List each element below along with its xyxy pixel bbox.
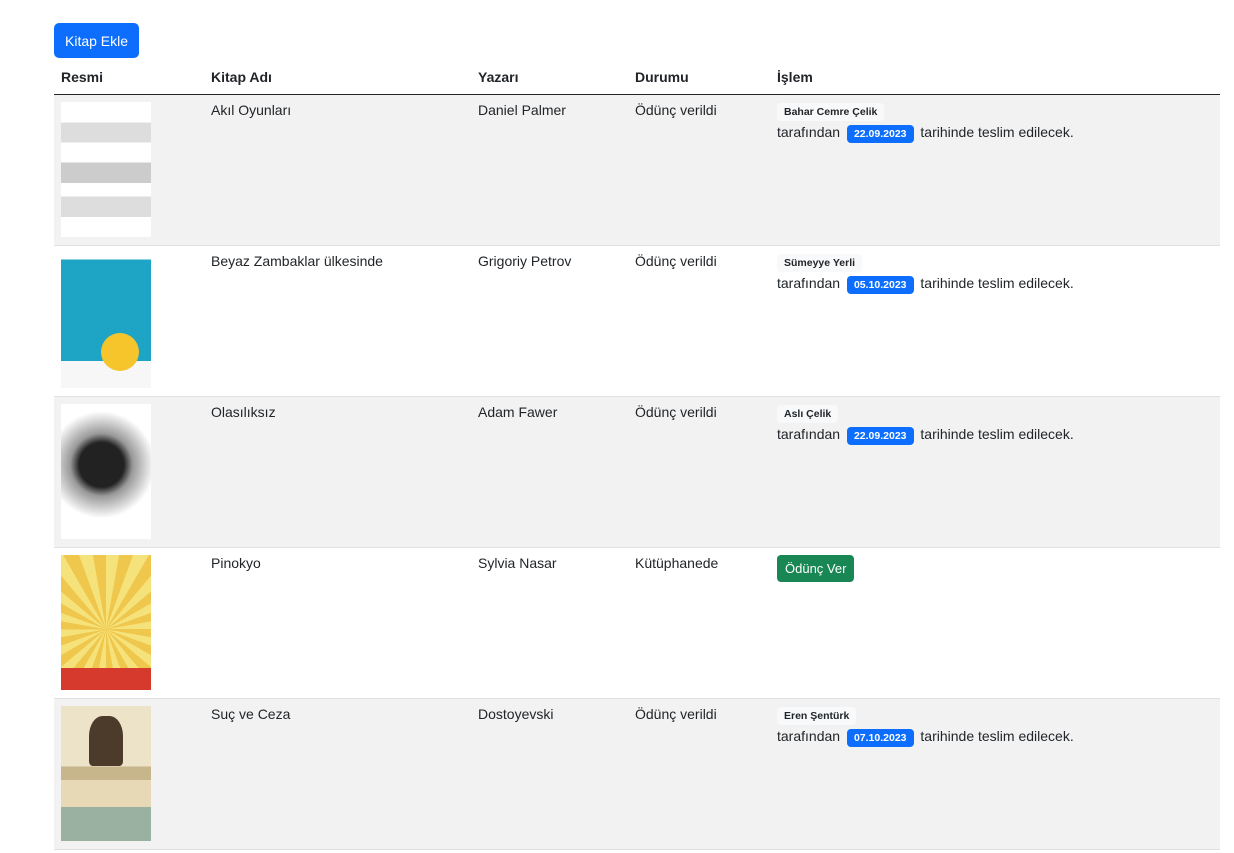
header-title: Kitap Adı	[204, 60, 471, 95]
header-status: Durumu	[628, 60, 770, 95]
table-row: Beyaz Zambaklar ülkesinde Grigoriy Petro…	[54, 245, 1220, 397]
due-date-badge: 22.09.2023	[846, 125, 914, 143]
author-cell: Grigoriy Petrov	[471, 245, 628, 397]
book-cover-image	[61, 404, 151, 539]
due-text: tarihinde teslim edilecek.	[920, 426, 1074, 442]
books-table: Resmi Kitap Adı Yazarı Durumu İşlem Akıl…	[54, 60, 1220, 850]
author-cell: Adam Fawer	[471, 396, 628, 548]
status-cell: Ödünç verildi	[628, 698, 770, 850]
by-text: tarafından	[777, 426, 841, 442]
book-cover-image	[61, 102, 151, 237]
status-cell: Ödünç verildi	[628, 245, 770, 397]
action-cell: Sümeyye Yerli tarafından 05.10.2023 tari…	[770, 245, 1220, 397]
status-cell: Ödünç verildi	[628, 94, 770, 246]
status-cell: Kütüphanede	[628, 547, 770, 699]
header-author: Yazarı	[471, 60, 628, 95]
author-cell: Sylvia Nasar	[471, 547, 628, 699]
title-cell: Pinokyo	[204, 547, 471, 699]
cover-cell	[54, 245, 204, 397]
action-cell: Aslı Çelik tarafından 22.09.2023 tarihin…	[770, 396, 1220, 548]
cover-cell	[54, 94, 204, 246]
table-row: Pinokyo Sylvia Nasar Kütüphanede Ödünç V…	[54, 547, 1220, 699]
by-text: tarafından	[777, 275, 841, 291]
borrower-badge: Aslı Çelik	[777, 405, 839, 423]
header-image: Resmi	[54, 60, 204, 95]
cover-cell	[54, 547, 204, 699]
table-row: Olasılıksız Adam Fawer Ödünç verildi Asl…	[54, 396, 1220, 548]
title-cell: Beyaz Zambaklar ülkesinde	[204, 245, 471, 397]
table-row: Suç ve Ceza Dostoyevski Ödünç verildi Er…	[54, 698, 1220, 850]
table-row: Akıl Oyunları Daniel Palmer Ödünç verild…	[54, 94, 1220, 246]
action-cell: Eren Şentürk tarafından 07.10.2023 tarih…	[770, 698, 1220, 850]
book-cover-image	[61, 253, 151, 388]
borrower-badge: Eren Şentürk	[777, 707, 857, 725]
due-date-badge: 22.09.2023	[846, 427, 914, 445]
add-book-button[interactable]: Kitap Ekle	[54, 23, 140, 58]
title-cell: Olasılıksız	[204, 396, 471, 548]
header-action: İşlem	[770, 60, 1220, 95]
action-cell: Bahar Cemre Çelik tarafından 22.09.2023 …	[770, 94, 1220, 246]
book-cover-image	[61, 555, 151, 690]
table-header-row: Resmi Kitap Adı Yazarı Durumu İşlem	[54, 60, 1220, 95]
borrower-badge: Bahar Cemre Çelik	[777, 103, 885, 121]
due-date-badge: 07.10.2023	[846, 729, 914, 747]
due-date-badge: 05.10.2023	[846, 276, 914, 294]
cover-cell	[54, 698, 204, 850]
status-cell: Ödünç verildi	[628, 396, 770, 548]
lend-button[interactable]: Ödünç Ver	[777, 555, 855, 582]
due-text: tarihinde teslim edilecek.	[920, 124, 1074, 140]
author-cell: Dostoyevski	[471, 698, 628, 850]
cover-cell	[54, 396, 204, 548]
action-cell: Ödünç Ver	[770, 547, 1220, 699]
borrower-badge: Sümeyye Yerli	[777, 254, 863, 272]
book-cover-image	[61, 706, 151, 841]
due-text: tarihinde teslim edilecek.	[920, 275, 1074, 291]
title-cell: Akıl Oyunları	[204, 94, 471, 246]
author-cell: Daniel Palmer	[471, 94, 628, 246]
by-text: tarafından	[777, 124, 841, 140]
by-text: tarafından	[777, 728, 841, 744]
due-text: tarihinde teslim edilecek.	[920, 728, 1074, 744]
title-cell: Suç ve Ceza	[204, 698, 471, 850]
